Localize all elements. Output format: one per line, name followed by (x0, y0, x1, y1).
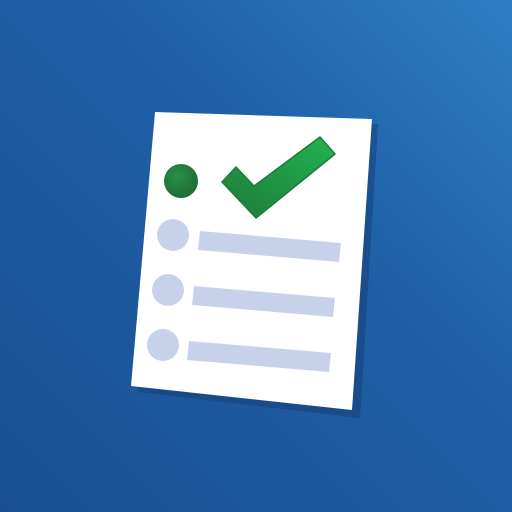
pending-bullet-icon (147, 329, 179, 361)
checklist-illustration (131, 112, 378, 418)
pending-bullet-icon (157, 219, 189, 251)
pending-bullet-icon (152, 274, 184, 306)
app-icon-tile (0, 0, 512, 512)
done-bullet-icon (164, 164, 198, 198)
